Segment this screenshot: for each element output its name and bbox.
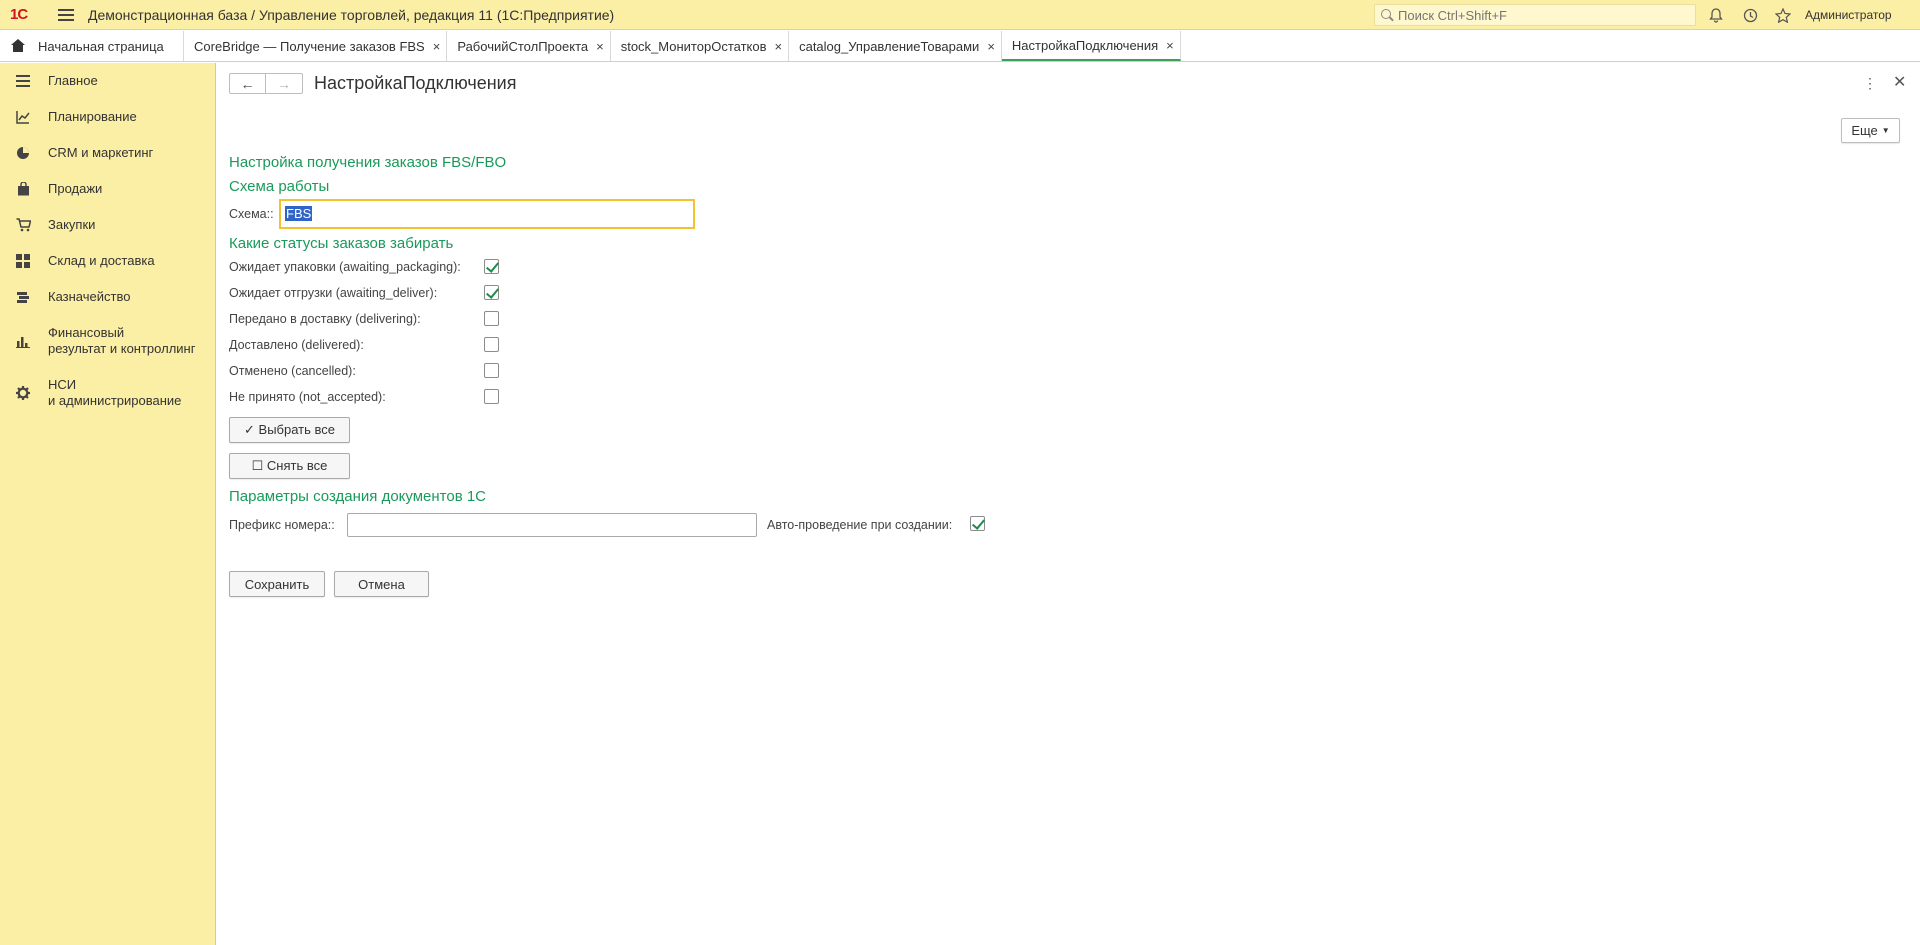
checkbox-cancelled[interactable] (484, 363, 499, 378)
page-title: НастройкаПодключения (314, 73, 517, 93)
tab-nastroyka[interactable]: НастройкаПодключения × (1001, 31, 1181, 61)
status-label-delivered: Доставлено (delivered): (229, 338, 364, 352)
sidebar-item-label: Главное (48, 73, 98, 88)
sidebar-item-label: Финансовый (48, 325, 125, 340)
sidebar-item-label: Планирование (48, 109, 137, 124)
sidebar-item-planning[interactable]: Планирование (0, 109, 215, 125)
sidebar-item-treasury[interactable]: Казначейство (0, 289, 215, 305)
section-title-statuses: Какие статусы заказов забирать (229, 235, 454, 252)
sidebar-item-label: Закупки (48, 217, 96, 232)
tab-stock-monitor[interactable]: stock_МониторОстатков × (611, 31, 790, 61)
more-button[interactable]: Еще ▼ (1841, 118, 1900, 143)
app-title: Демонстрационная база / Управление торго… (88, 6, 615, 23)
sidebar-item-main[interactable]: Главное (0, 73, 215, 89)
form-area: ← → НастройкаПодключения ⋮ ✕ Еще ▼ Настр… (217, 63, 1920, 945)
close-icon[interactable]: × (987, 39, 995, 54)
checkbox-awaiting-packaging[interactable] (484, 259, 499, 274)
checkbox-delivering[interactable] (484, 311, 499, 326)
hamburger-icon (15, 73, 31, 89)
scheme-field[interactable]: FBS (279, 199, 695, 229)
sidebar-item-label: НСИ (48, 377, 77, 392)
sidebar-item-warehouse[interactable]: Склад и доставка (0, 253, 215, 269)
tab-label: stock_МониторОстатков (620, 38, 767, 54)
prefix-field[interactable] (347, 513, 757, 537)
grid-icon (15, 253, 31, 269)
user-name[interactable]: Администратор (1805, 8, 1892, 22)
status-label-delivering: Передано в доставку (delivering): (229, 312, 421, 326)
money-icon (15, 289, 31, 305)
tab-catalog[interactable]: catalog_УправлениеТоварами × (789, 31, 1002, 61)
tab-home[interactable]: Начальная страница (0, 31, 184, 61)
search-input[interactable] (1398, 7, 1688, 23)
history-icon[interactable] (1741, 6, 1759, 24)
sidebar-item-sales[interactable]: Продажи (0, 181, 215, 197)
close-icon[interactable]: × (596, 39, 604, 54)
tab-bar: Начальная страница CoreBridge — Получени… (0, 31, 1920, 62)
tab-label: catalog_УправлениеТоварами (799, 38, 980, 54)
tab-label: CoreBridge — Получение заказов FBS (194, 38, 425, 54)
tab-rabochiy-stol[interactable]: РабочийСтолПроекта × (447, 31, 611, 61)
more-button-label: Еще (1851, 123, 1878, 138)
star-icon[interactable] (1774, 6, 1792, 24)
bar-chart-icon (15, 333, 31, 349)
main-menu-icon[interactable] (58, 7, 74, 23)
clear-all-button[interactable]: ☐ Снять все (229, 453, 350, 479)
checkbox-auto-post[interactable] (970, 516, 985, 531)
chevron-down-icon: ▼ (1881, 126, 1890, 135)
sidebar-item-label: Казначейство (48, 289, 131, 304)
app-logo: 1С (10, 6, 28, 23)
bell-icon[interactable] (1707, 6, 1725, 24)
close-icon[interactable]: × (1166, 38, 1174, 53)
tab-home-label: Начальная страница (38, 38, 164, 54)
title-bar: 1С Демонстрационная база / Управление то… (0, 0, 1920, 30)
sidebar-item-label-2: результат и контроллинг (48, 341, 196, 356)
status-label-not-accepted: Не принято (not_accepted): (229, 390, 386, 404)
nav-buttons: ← → (229, 73, 303, 94)
sidebar-item-purchases[interactable]: Закупки (0, 217, 215, 233)
sidebar-item-label: CRM и маркетинг (48, 145, 154, 160)
status-label-cancelled: Отменено (cancelled): (229, 364, 356, 378)
sidebar-item-finance[interactable]: Финансовый результат и контроллинг (0, 325, 215, 357)
bag-icon (15, 181, 31, 197)
more-vertical-icon[interactable]: ⋮ (1863, 75, 1877, 92)
cancel-button[interactable]: Отмена (334, 571, 429, 597)
checkbox-not-accepted[interactable] (484, 389, 499, 404)
sidebar: Главное Планирование CRM и маркетинг Про… (0, 63, 216, 945)
section-title-scheme: Схема работы (229, 178, 330, 195)
sidebar-item-crm[interactable]: CRM и маркетинг (0, 145, 215, 161)
cart-icon (15, 217, 31, 233)
select-all-button[interactable]: ✓ Выбрать все (229, 417, 350, 443)
section-title-fbs-fbo: Настройка получения заказов FBS/FBO (229, 154, 507, 171)
scheme-value: FBS (285, 206, 313, 221)
home-icon (10, 39, 26, 53)
search-icon (1381, 8, 1394, 22)
back-arrow-icon[interactable]: ← (229, 73, 266, 94)
close-icon[interactable]: × (433, 39, 441, 54)
pie-icon (15, 145, 31, 161)
section-title-doc-params: Параметры создания документов 1С (229, 488, 487, 505)
save-button[interactable]: Сохранить (229, 571, 325, 597)
auto-post-label: Авто-проведение при создании: (767, 518, 953, 532)
status-label-awaiting-packaging: Ожидает упаковки (awaiting_packaging): (229, 260, 461, 274)
checkbox-delivered[interactable] (484, 337, 499, 352)
sidebar-item-nsi[interactable]: НСИ и администрирование (0, 377, 215, 409)
close-form-icon[interactable]: ✕ (1893, 72, 1906, 92)
checkbox-awaiting-deliver[interactable] (484, 285, 499, 300)
status-label-awaiting-deliver: Ожидает отгрузки (awaiting_deliver): (229, 286, 438, 300)
global-search[interactable] (1374, 4, 1696, 26)
sidebar-item-label-2: и администрирование (48, 393, 182, 408)
tab-label: РабочийСтолПроекта (457, 38, 589, 54)
scheme-label: Схема:: (229, 207, 274, 221)
prefix-label: Префикс номера:: (229, 518, 335, 532)
close-icon[interactable]: × (775, 39, 783, 54)
gear-icon (15, 385, 31, 401)
tab-corebridge[interactable]: CoreBridge — Получение заказов FBS × (184, 31, 448, 61)
forward-arrow-icon[interactable]: → (266, 73, 303, 94)
chart-icon (15, 109, 31, 125)
tab-label: НастройкаПодключения (1011, 37, 1159, 53)
sidebar-item-label: Продажи (48, 181, 103, 196)
sidebar-item-label: Склад и доставка (48, 253, 155, 268)
